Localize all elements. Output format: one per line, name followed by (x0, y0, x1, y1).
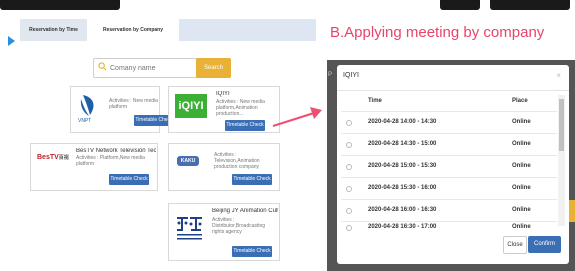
jy-logo-icon (177, 217, 202, 240)
radio-icon[interactable] (346, 186, 352, 192)
card-activities: Activities : Television,Animation produc… (214, 152, 260, 170)
modal-title: IQIYI (343, 72, 359, 79)
modal-scrollbar[interactable] (558, 95, 565, 226)
table-row[interactable]: 2020-04-28 16:00 - 16:30 Online (341, 199, 557, 222)
close-icon[interactable]: × (556, 71, 561, 80)
timetable-check-button[interactable]: Timetable Check (232, 174, 272, 185)
svg-text:VNPT: VNPT (78, 118, 91, 123)
tab-by-time[interactable]: Reservation by Time (20, 19, 87, 41)
radio-icon[interactable] (346, 142, 352, 148)
section-title: B.Applying meeting by company (330, 24, 545, 41)
row-place: Online (512, 185, 531, 191)
radio-icon[interactable] (346, 120, 352, 126)
table-row[interactable]: 2020-04-28 14:00 - 14:30 Online (341, 111, 557, 134)
card-company-name: BesTV Network Television Tech... (76, 148, 156, 154)
company-card: KAKU Activities : Television,Animation p… (168, 143, 280, 191)
card-activities: Activities : New media platform,Animatio… (216, 99, 265, 116)
tab-by-company[interactable]: Reservation by Company (87, 19, 179, 41)
table-row[interactable]: 2020-04-28 16:30 - 17:00 Online (341, 221, 557, 233)
top-banner (0, 0, 575, 10)
row-place: Online (512, 207, 531, 213)
card-company-name: Beijing JY Animation Culture C... (212, 208, 278, 214)
row-place: Online (512, 224, 531, 230)
company-search-input[interactable] (110, 59, 190, 77)
arrow-icon (272, 107, 322, 128)
company-card: Beijing JY Animation Culture C... Activi… (168, 203, 280, 261)
search-icon (98, 62, 107, 71)
iqiyi-logo-icon: iQIYI (175, 94, 207, 118)
row-time: 2020-04-28 15:00 - 15:30 (368, 163, 437, 169)
scrollbar-thumb[interactable] (559, 99, 564, 151)
row-time: 2020-04-28 14:00 - 14:30 (368, 119, 437, 125)
timetable-check-button[interactable]: Timetable Check (232, 246, 272, 257)
card-company-name: IQIYI (216, 91, 230, 97)
row-place: Online (512, 141, 531, 147)
reservation-tabs: Reservation by Time Reservation by Compa… (20, 19, 316, 41)
timetable-check-button[interactable]: Timetable Check (109, 174, 149, 185)
card-activities: Activities : Platform,New media platform (76, 155, 145, 167)
row-time: 2020-04-28 16:00 - 16:30 (368, 207, 437, 213)
close-button[interactable]: Close (503, 236, 527, 254)
vnpt-logo-icon: VNPT (78, 95, 94, 123)
column-header-time: Time (368, 98, 382, 104)
table-row[interactable]: 2020-04-28 14:30 - 15:00 Online (341, 133, 557, 156)
company-card: BesTV百视 BesTV Network Television Tech...… (30, 143, 158, 191)
card-activities: Activities : New media platform (109, 98, 158, 110)
company-card: iQIYI IQIYI Activities : New media platf… (168, 86, 280, 133)
radio-icon[interactable] (346, 164, 352, 170)
timetable-modal: IQIYI × Time Place 2020-04-28 14:00 - 14… (337, 65, 569, 264)
card-activities: Activities : Distributor,Broadcasting ri… (212, 217, 266, 235)
column-header-place: Place (512, 98, 528, 104)
table-row[interactable]: 2020-04-28 15:00 - 15:30 Online (341, 155, 557, 178)
caret-icon (8, 36, 15, 46)
row-time: 2020-04-28 14:30 - 15:00 (368, 141, 437, 147)
bestv-logo-icon: BesTV百视 (37, 154, 69, 161)
radio-icon[interactable] (346, 208, 352, 214)
row-time: 2020-04-28 15:30 - 16:00 (368, 185, 437, 191)
confirm-button[interactable]: Confirm (528, 236, 561, 253)
radio-icon[interactable] (346, 225, 352, 231)
company-card: VNPT Activities : New media platform Tim… (70, 86, 174, 133)
row-time: 2020-04-28 16:30 - 17:00 (368, 224, 437, 230)
row-place: Online (512, 163, 531, 169)
kaku-logo-icon: KAKU (177, 156, 199, 166)
search-button[interactable]: Search (196, 58, 231, 78)
timetable-check-button[interactable]: Timetable Check (225, 120, 265, 131)
row-place: Online (512, 119, 531, 125)
table-row[interactable]: 2020-04-28 15:30 - 16:00 Online (341, 177, 557, 200)
